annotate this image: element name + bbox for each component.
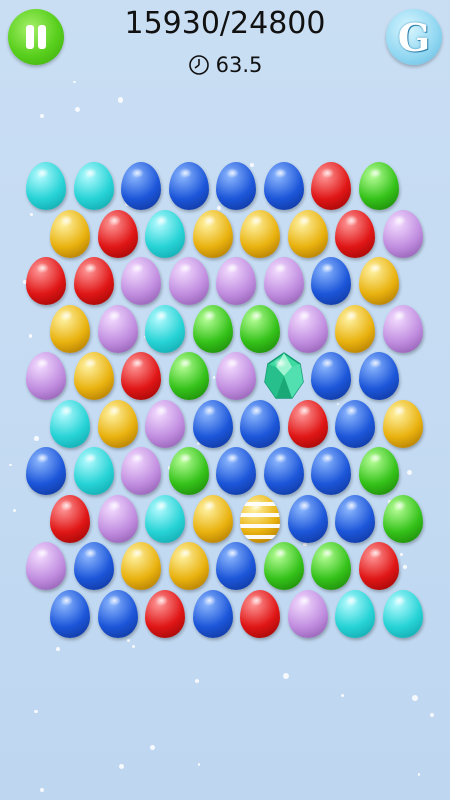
egg-blue[interactable]: [311, 447, 351, 495]
egg-gold[interactable]: [382, 399, 423, 448]
egg-cyan[interactable]: [335, 589, 375, 638]
egg-cyan[interactable]: [145, 209, 185, 258]
egg-gold[interactable]: [73, 352, 114, 400]
egg-blue[interactable]: [216, 542, 256, 590]
egg-green[interactable]: [263, 542, 304, 590]
egg-blue[interactable]: [358, 352, 399, 400]
egg-gold[interactable]: [192, 209, 233, 258]
egg-cyan[interactable]: [382, 589, 423, 638]
egg-green[interactable]: [382, 494, 423, 543]
egg-purple[interactable]: [216, 352, 256, 400]
egg-red[interactable]: [121, 352, 161, 400]
egg-cyan[interactable]: [73, 447, 114, 495]
egg-blue[interactable]: [287, 494, 328, 543]
egg-blue[interactable]: [168, 162, 209, 210]
egg-gold[interactable]: [50, 209, 90, 258]
egg-red[interactable]: [145, 589, 185, 638]
egg-blue[interactable]: [50, 589, 90, 638]
egg-purple[interactable]: [145, 399, 185, 448]
game-board: [0, 0, 450, 800]
egg-blue[interactable]: [311, 257, 351, 305]
egg-gold[interactable]: [240, 209, 280, 258]
egg-blue[interactable]: [311, 352, 351, 400]
egg-purple[interactable]: [216, 257, 256, 305]
egg-purple[interactable]: [263, 257, 304, 305]
egg-red[interactable]: [287, 399, 328, 448]
egg-green[interactable]: [358, 447, 399, 495]
egg-gold[interactable]: [287, 209, 328, 258]
egg-purple[interactable]: [287, 589, 328, 638]
egg-cyan[interactable]: [145, 304, 185, 353]
egg-green[interactable]: [168, 352, 209, 400]
egg-gold[interactable]: [335, 304, 375, 353]
egg-red[interactable]: [335, 209, 375, 258]
egg-blue[interactable]: [216, 162, 256, 210]
egg-blue[interactable]: [263, 447, 304, 495]
egg-gold[interactable]: [192, 494, 233, 543]
egg-purple[interactable]: [26, 542, 66, 590]
egg-red[interactable]: [240, 589, 280, 638]
egg-cyan[interactable]: [50, 399, 90, 448]
egg-blue[interactable]: [263, 162, 304, 210]
diamond-gem[interactable]: [263, 352, 304, 400]
egg-blue[interactable]: [335, 494, 375, 543]
egg-blue[interactable]: [73, 542, 114, 590]
egg-gold[interactable]: [97, 399, 138, 448]
egg-purple[interactable]: [382, 304, 423, 353]
egg-gold[interactable]: [121, 542, 161, 590]
egg-red[interactable]: [311, 162, 351, 210]
egg-blue[interactable]: [192, 589, 233, 638]
striped-egg[interactable]: [240, 494, 280, 543]
egg-gold[interactable]: [50, 304, 90, 353]
egg-purple[interactable]: [121, 257, 161, 305]
egg-green[interactable]: [168, 447, 209, 495]
egg-purple[interactable]: [168, 257, 209, 305]
egg-purple[interactable]: [121, 447, 161, 495]
egg-purple[interactable]: [26, 352, 66, 400]
egg-red[interactable]: [73, 257, 114, 305]
egg-purple[interactable]: [382, 209, 423, 258]
egg-blue[interactable]: [26, 447, 66, 495]
egg-green[interactable]: [192, 304, 233, 353]
egg-blue[interactable]: [121, 162, 161, 210]
egg-gold[interactable]: [168, 542, 209, 590]
egg-cyan[interactable]: [145, 494, 185, 543]
egg-red[interactable]: [26, 257, 66, 305]
egg-purple[interactable]: [97, 494, 138, 543]
egg-blue[interactable]: [192, 399, 233, 448]
egg-red[interactable]: [97, 209, 138, 258]
egg-cyan[interactable]: [73, 162, 114, 210]
egg-blue[interactable]: [335, 399, 375, 448]
egg-red[interactable]: [358, 542, 399, 590]
egg-purple[interactable]: [97, 304, 138, 353]
egg-red[interactable]: [50, 494, 90, 543]
egg-blue[interactable]: [240, 399, 280, 448]
egg-blue[interactable]: [216, 447, 256, 495]
egg-gold[interactable]: [358, 257, 399, 305]
egg-purple[interactable]: [287, 304, 328, 353]
egg-cyan[interactable]: [26, 162, 66, 210]
egg-green[interactable]: [311, 542, 351, 590]
egg-green[interactable]: [240, 304, 280, 353]
egg-blue[interactable]: [97, 589, 138, 638]
egg-green[interactable]: [358, 162, 399, 210]
diamond-icon: [263, 352, 304, 399]
